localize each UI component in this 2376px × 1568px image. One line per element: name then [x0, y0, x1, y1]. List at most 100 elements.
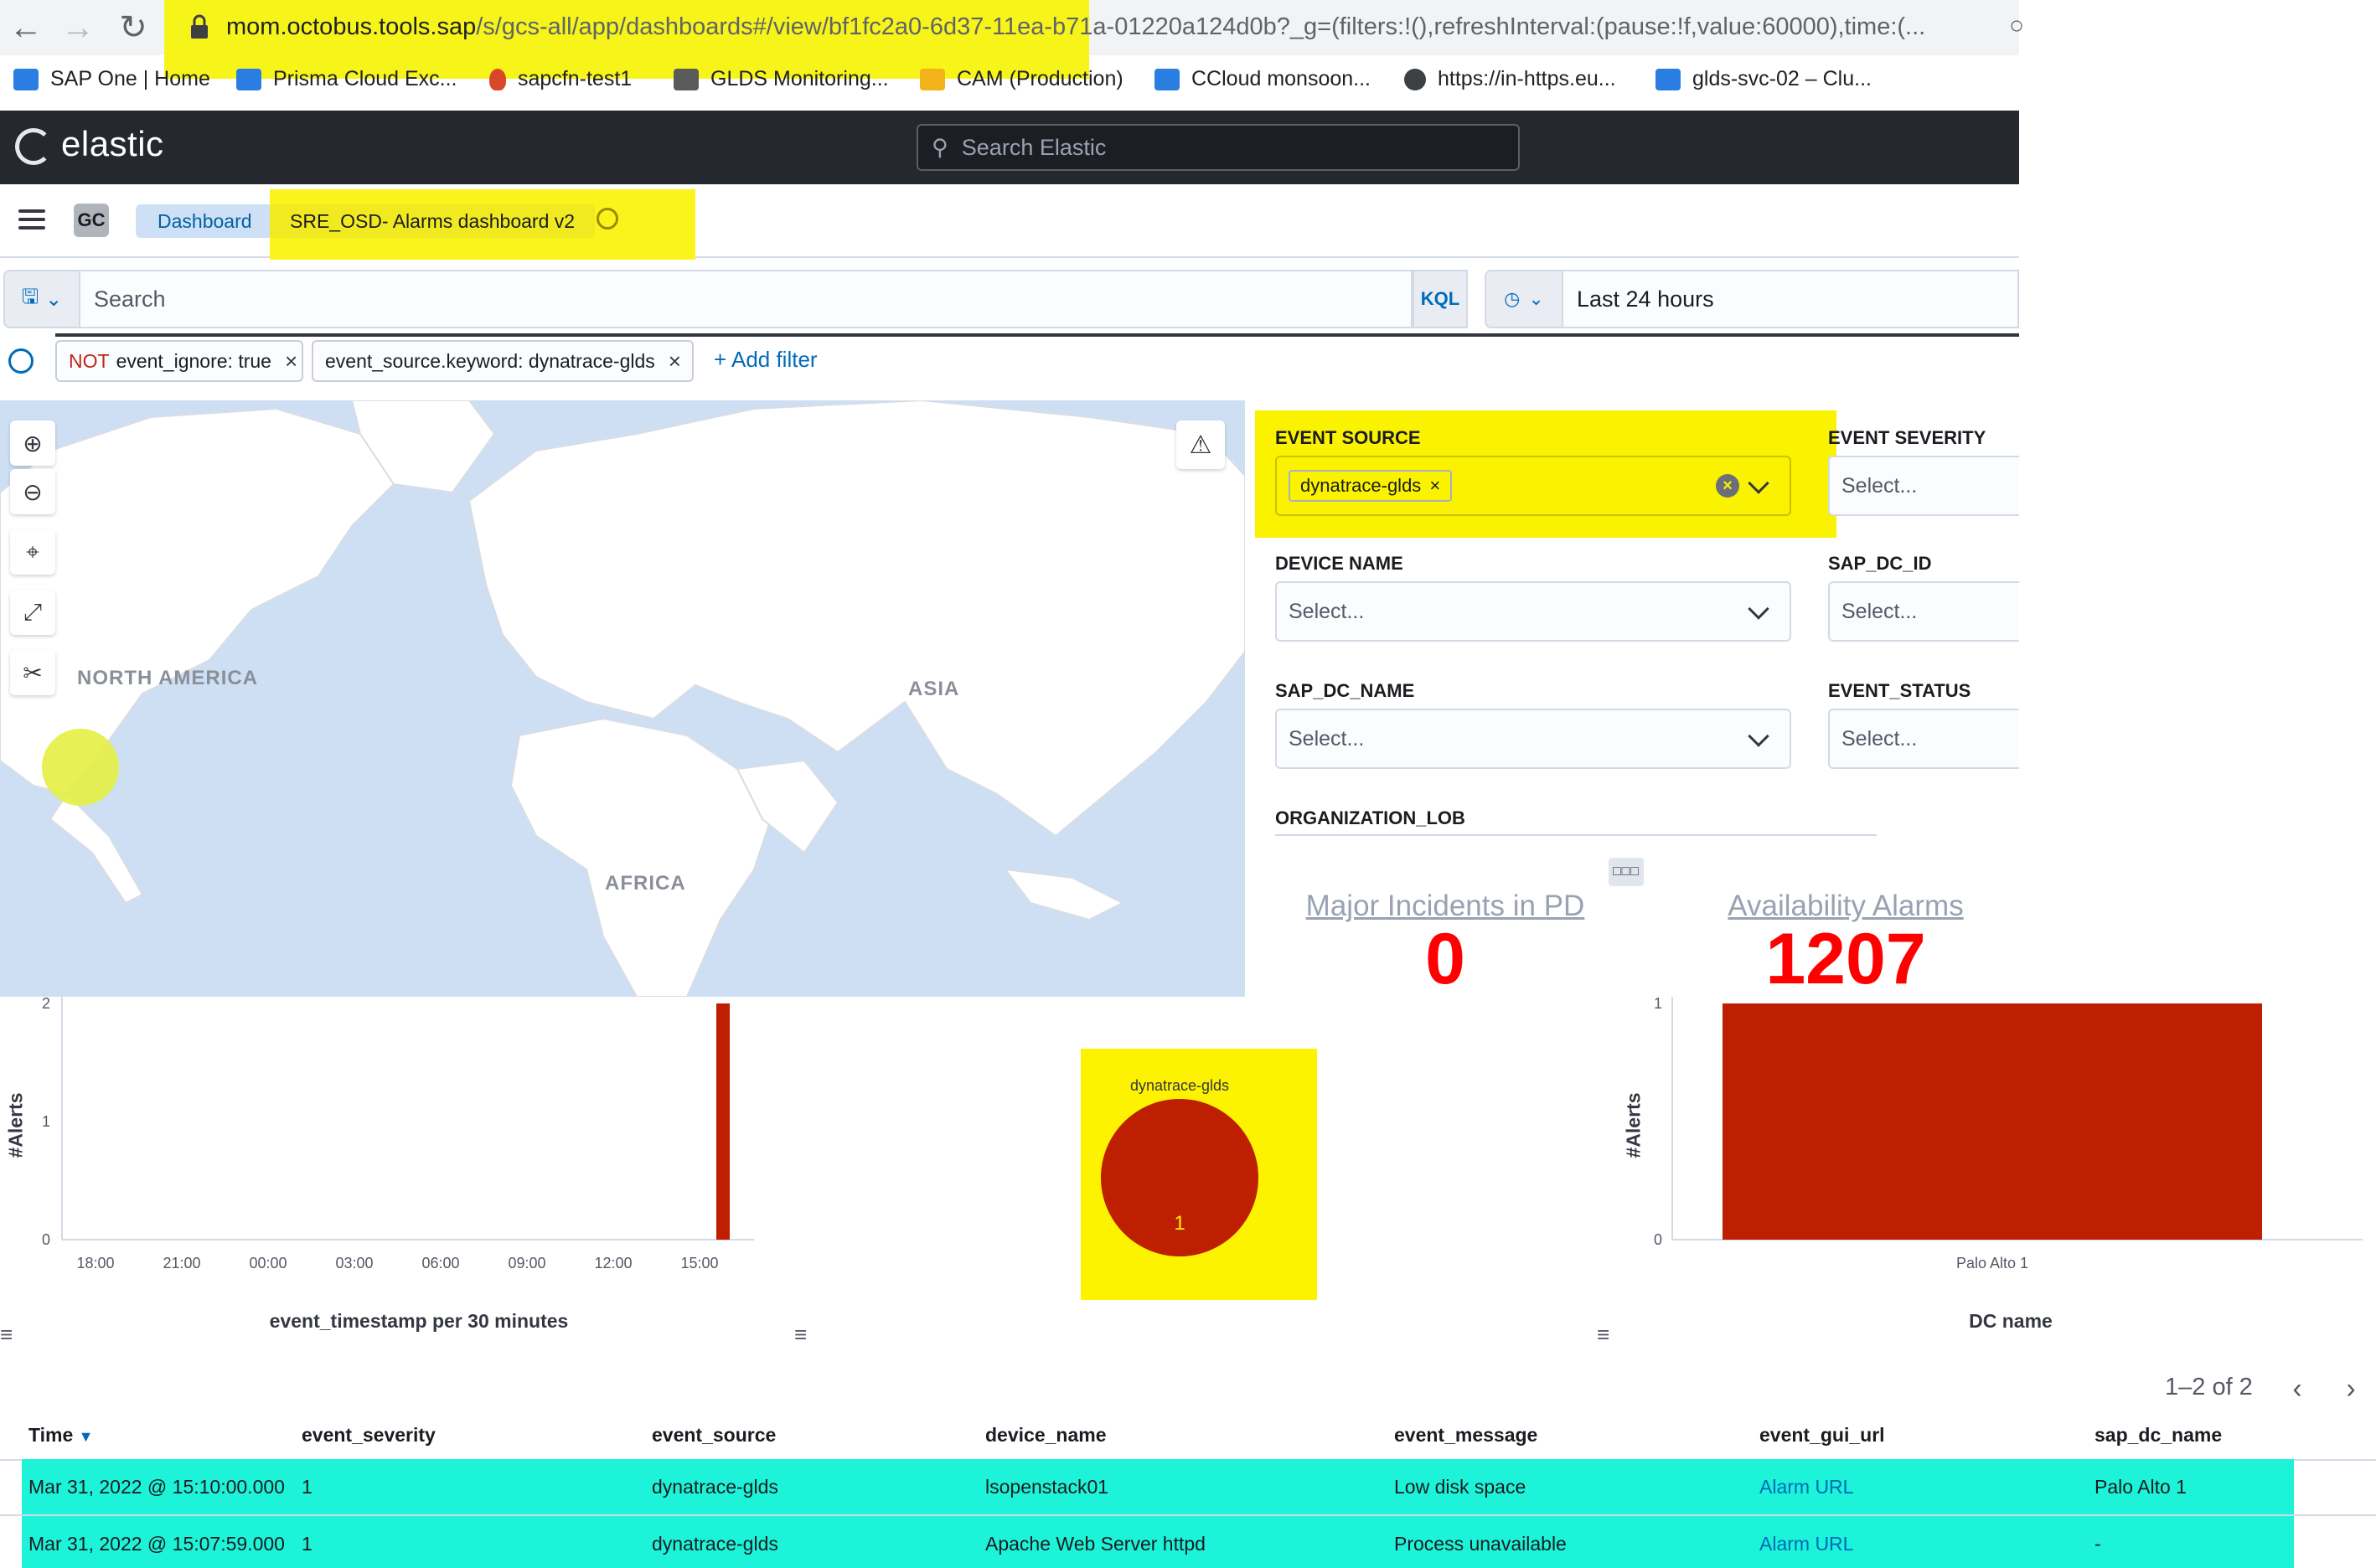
global-search-input[interactable]: ⚲ Search Elastic	[917, 124, 1520, 171]
clear-icon[interactable]: ×	[1716, 474, 1739, 498]
add-filter-button[interactable]: + Add filter	[714, 347, 818, 373]
alarm-url-link[interactable]: Alarm URL	[1759, 1533, 1853, 1555]
map-label-asia: ASIA	[908, 678, 960, 700]
alerts-over-time-chart[interactable]: 0 1 2 18:00 21:00 00:00 03:00 06:00 09:00 12:00 15…	[0, 997, 771, 1307]
chart1-y-tick-label: 1	[42, 1113, 50, 1130]
fullscreen-icon[interactable]: ⤢	[10, 590, 55, 635]
time-range-display[interactable]: Last 24 hours	[1563, 270, 2019, 328]
sap-dc-name-select[interactable]: Select...	[1275, 709, 1791, 769]
map-data-point[interactable]	[42, 729, 119, 806]
sap-logo-icon	[1655, 68, 1681, 90]
legend-toggle-icon[interactable]: ≡	[0, 1322, 13, 1348]
chart3-y-tick-label: 1	[1654, 997, 1662, 1012]
bookmark-item[interactable]: glds-svc-02 – Clu...	[1655, 67, 1872, 91]
monitor-icon	[674, 68, 699, 90]
bookmark-item[interactable]: sapcfn-test1	[489, 67, 632, 91]
organization-lob-label: ORGANIZATION_LOB	[1275, 807, 1465, 828]
chevron-down-icon: ⌄	[45, 287, 63, 311]
kql-button[interactable]: KQL	[1413, 270, 1468, 328]
bookmark-item[interactable]: https://in-https.eu...	[1404, 67, 1616, 91]
sap-globe-icon	[13, 68, 39, 90]
fit-to-data-icon[interactable]: ⌖	[10, 529, 55, 575]
organization-lob-select[interactable]	[1275, 834, 1877, 839]
major-incidents-title[interactable]: Major Incidents in PD	[1257, 890, 1634, 923]
bookmark-item[interactable]: CCloud monsoon...	[1154, 67, 1371, 91]
breadcrumb-dashboard[interactable]: Dashboard	[136, 204, 274, 238]
device-name-label: DEVICE NAME	[1275, 553, 1403, 574]
chevron-down-icon	[1748, 725, 1769, 747]
column-header-sap-dc-name[interactable]: sap_dc_name	[2094, 1424, 2222, 1447]
folder-icon	[920, 68, 945, 90]
chevron-right-icon[interactable]: ›	[2334, 1372, 2368, 1406]
filter-pill[interactable]: event_source.keyword: dynatrace-glds ×	[312, 340, 694, 382]
alerts-by-dc-chart[interactable]: 0 1 Palo Alto 1	[1642, 997, 2376, 1307]
event-status-select[interactable]: Select...	[1828, 709, 2019, 769]
filter-options-icon[interactable]	[8, 348, 34, 374]
column-header-event-source[interactable]: event_source	[652, 1424, 776, 1447]
menu-icon[interactable]	[18, 209, 45, 230]
sap-dc-id-select[interactable]: Select...	[1828, 581, 2019, 642]
elastic-logo-icon[interactable]	[15, 128, 52, 165]
chart1-x-axis-title: event_timestamp per 30 minutes	[269, 1310, 569, 1332]
chevron-left-icon[interactable]: ‹	[2280, 1372, 2314, 1406]
address-bar[interactable]: mom.octobus.tools.sap/s/gcs-all/app/dash…	[226, 10, 1925, 44]
column-header-device-name[interactable]: device_name	[985, 1424, 1106, 1447]
event-source-pie-chart[interactable]: dynatrace-glds 1	[1081, 1049, 1317, 1300]
pie-slice-value: 1	[1174, 1212, 1185, 1235]
selected-option-chip[interactable]: dynatrace-glds ×	[1289, 470, 1453, 502]
cell-sap-dc-name: -	[2094, 1533, 2101, 1555]
sort-down-icon[interactable]: ▼	[79, 1428, 94, 1445]
event-source-select[interactable]: dynatrace-glds × ×	[1275, 456, 1791, 516]
close-icon[interactable]: ×	[285, 348, 297, 374]
forward-icon[interactable]: →	[59, 8, 97, 47]
zoom-out-icon[interactable]: ⊖	[10, 469, 55, 514]
cell-event-message: Low disk space	[1394, 1476, 1526, 1498]
cell-event-message: Process unavailable	[1394, 1533, 1567, 1555]
world-map	[0, 400, 1245, 997]
chart1-x-tick-label: 06:00	[421, 1255, 459, 1271]
column-header-event-severity[interactable]: event_severity	[302, 1424, 436, 1447]
time-picker-button[interactable]: ◷ ⌄	[1485, 270, 1563, 328]
panel-options-icon[interactable]: □□□	[1609, 858, 1644, 886]
close-icon[interactable]: ×	[1429, 475, 1440, 497]
tools-icon[interactable]: ✂	[10, 650, 55, 695]
column-header-time[interactable]: Time ▼	[28, 1424, 94, 1447]
refresh-clock-icon[interactable]	[597, 208, 618, 230]
legend-toggle-icon[interactable]: ≡	[1597, 1322, 1609, 1348]
zoom-in-icon[interactable]: ⊕	[10, 420, 55, 466]
query-search-input[interactable]: Search	[80, 270, 1413, 328]
chart3-bar	[1723, 1003, 2262, 1240]
cell-event-severity: 1	[302, 1533, 312, 1555]
availability-alarms-title[interactable]: Availability Alarms	[1657, 890, 2034, 923]
close-icon[interactable]: ×	[669, 348, 681, 374]
chart1-x-tick-label: 18:00	[76, 1255, 114, 1271]
url-path: /s/gcs-all/app/dashboards#/view/bf1fc2a0…	[476, 13, 1926, 40]
address-bar-end-icon[interactable]: ○	[2009, 12, 2024, 40]
warning-icon[interactable]: ⚠	[1176, 420, 1225, 469]
back-icon[interactable]: ←	[7, 8, 45, 47]
alarm-url-link[interactable]: Alarm URL	[1759, 1476, 1853, 1498]
save-icon: 🖫	[21, 285, 39, 308]
chart3-x-axis-title: DC name	[1969, 1310, 2053, 1332]
reload-icon[interactable]: ↻	[114, 8, 152, 47]
map-panel[interactable]	[0, 400, 1245, 997]
legend-toggle-icon[interactable]: ≡	[794, 1322, 807, 1348]
bookmark-item[interactable]: GLDS Monitoring...	[674, 67, 889, 91]
device-name-select[interactable]: Select...	[1275, 581, 1791, 642]
saved-query-button[interactable]: 🖫 ⌄	[3, 270, 80, 328]
column-header-event-gui-url[interactable]: event_gui_url	[1759, 1424, 1885, 1447]
filter-pill[interactable]: NOT event_ignore: true ×	[55, 340, 303, 382]
page-title: SRE_OSD- Alarms dashboard v2	[270, 204, 596, 238]
map-label-africa: AFRICA	[605, 872, 686, 895]
table-row[interactable]	[22, 1459, 2294, 1514]
bookmark-item[interactable]: CAM (Production)	[920, 67, 1123, 91]
event-severity-label: EVENT SEVERITY	[1828, 427, 1986, 448]
lock-icon[interactable]	[189, 13, 209, 42]
elastic-logo-text[interactable]: elastic	[61, 124, 164, 164]
event-severity-select[interactable]: Select...	[1828, 456, 2019, 516]
space-avatar[interactable]: GC	[74, 204, 109, 237]
bookmark-item[interactable]: SAP One | Home	[13, 67, 210, 91]
column-header-event-message[interactable]: event_message	[1394, 1424, 1537, 1447]
bookmarks-bar: SAP One | Home Prisma Cloud Exc... sapcf…	[0, 59, 2019, 102]
bookmark-item[interactable]: Prisma Cloud Exc...	[236, 67, 457, 91]
